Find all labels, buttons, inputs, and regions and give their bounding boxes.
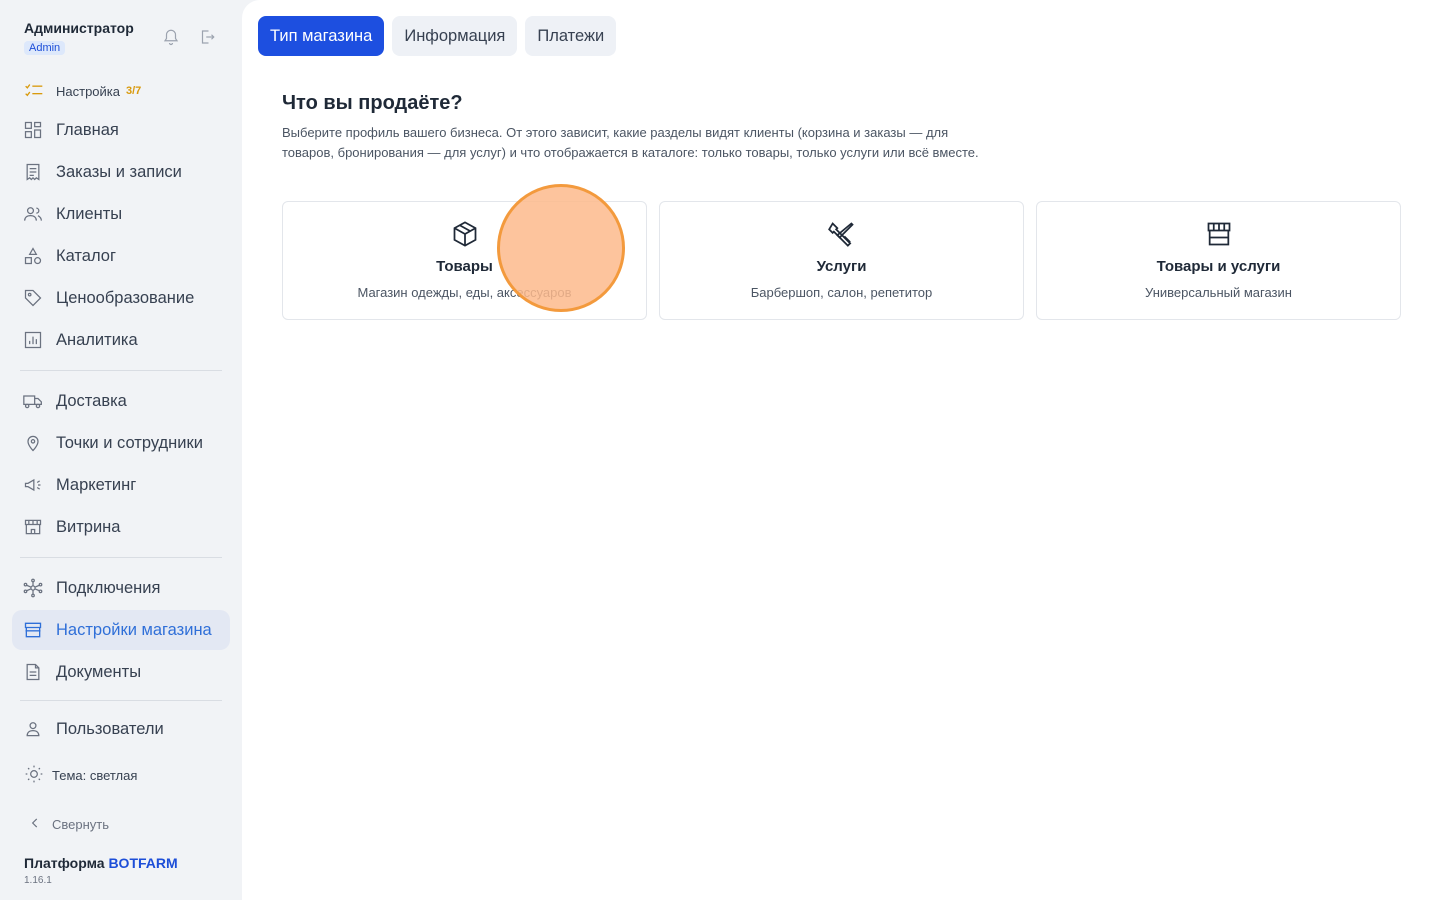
- platform-prefix: Платформа: [24, 855, 105, 871]
- nav-item-integrations[interactable]: Подключения: [12, 568, 230, 608]
- nav-label: Витрина: [56, 517, 121, 536]
- shapes-icon: [22, 245, 44, 267]
- nav-label: Главная: [56, 120, 119, 139]
- tag-icon: [22, 287, 44, 309]
- document-icon: [22, 661, 44, 683]
- storefront-icon: [22, 516, 44, 538]
- grid-icon: [22, 119, 44, 141]
- page-title: Что вы продаёте?: [282, 92, 463, 114]
- sun-icon: [24, 764, 52, 787]
- store-icon: [22, 619, 44, 641]
- sidebar: Администратор Admin Настройка 3/7 Главна…: [0, 0, 242, 900]
- megaphone-icon: [22, 474, 44, 496]
- nav-item-store-settings[interactable]: Настройки магазина: [12, 610, 230, 650]
- platform-version: 1.16.1: [24, 875, 52, 886]
- nav-item-documents[interactable]: Документы: [12, 652, 230, 692]
- bell-icon[interactable]: [162, 28, 180, 51]
- nav-item-orders[interactable]: Заказы и записи: [12, 152, 230, 192]
- nav-item-locations[interactable]: Точки и сотрудники: [12, 423, 230, 463]
- nav-label: Аналитика: [56, 330, 138, 349]
- nav-label: Каталог: [56, 246, 116, 265]
- nav-label: Точки и сотрудники: [56, 433, 203, 452]
- option-card-services[interactable]: Услуги Барбершоп, салон, репетитор: [659, 201, 1024, 320]
- nav-label: Клиенты: [56, 204, 123, 223]
- nav-item-analytics[interactable]: Аналитика: [12, 320, 230, 360]
- nav-item-home[interactable]: Главная: [12, 110, 230, 150]
- nav-label: Доставка: [56, 391, 127, 410]
- network-icon: [22, 577, 44, 599]
- nav-item-clients[interactable]: Клиенты: [12, 194, 230, 234]
- cursor-highlight: [497, 184, 625, 312]
- nav-item-marketing[interactable]: Маркетинг: [12, 465, 230, 505]
- card-subtitle: Универсальный магазин: [1145, 285, 1292, 300]
- nav-label: Подключения: [56, 578, 161, 597]
- logout-icon[interactable]: [198, 28, 216, 51]
- option-card-goods-and-services[interactable]: Товары и услуги Универсальный магазин: [1036, 201, 1401, 320]
- storefront-icon: [1205, 220, 1233, 248]
- theme-toggle[interactable]: Тема: светлая: [24, 764, 137, 787]
- tab-information[interactable]: Информация: [392, 16, 518, 56]
- nav-item-delivery[interactable]: Доставка: [12, 381, 230, 421]
- nav-label: Маркетинг: [56, 475, 137, 494]
- role-badge: Admin: [24, 41, 66, 55]
- nav-label: Настройки магазина: [56, 620, 212, 639]
- business-type-options: Товары Магазин одежды, еды, аксессуаров …: [282, 201, 1401, 320]
- card-title: Товары: [436, 258, 493, 275]
- nav-label: Документы: [56, 662, 142, 681]
- card-title: Услуги: [816, 258, 867, 275]
- setup-count: 3/7: [126, 85, 142, 97]
- truck-icon: [22, 390, 44, 412]
- checklist-icon: [24, 82, 44, 100]
- box-icon: [451, 220, 479, 248]
- tools-icon: [827, 220, 856, 248]
- divider: [20, 557, 222, 558]
- divider: [20, 370, 222, 371]
- platform-name: Платформа BOTFARM: [24, 855, 178, 871]
- platform-brand: BOTFARM: [108, 855, 178, 871]
- collapse-button[interactable]: Свернуть: [28, 816, 109, 833]
- nav-item-storefront[interactable]: Витрина: [12, 507, 230, 547]
- profile: Администратор Admin: [24, 20, 134, 56]
- user-icon: [22, 718, 44, 740]
- users-icon: [22, 203, 44, 225]
- chevron-left-icon: [28, 816, 52, 833]
- nav-label: Заказы и записи: [56, 162, 182, 181]
- nav-item-users[interactable]: Пользователи: [12, 709, 230, 749]
- page-description: Выберите профиль вашего бизнеса. От этог…: [282, 125, 979, 160]
- profile-name: Администратор: [24, 20, 134, 36]
- setup-progress[interactable]: Настройка 3/7: [24, 82, 141, 100]
- card-subtitle: Барбершоп, салон, репетитор: [750, 285, 933, 300]
- nav-item-catalog[interactable]: Каталог: [12, 236, 230, 276]
- tab-payments[interactable]: Платежи: [525, 16, 617, 56]
- main-panel: Тип магазина Информация Платежи Что вы п…: [242, 0, 1440, 900]
- tab-bar: Тип магазина Информация Платежи: [258, 16, 617, 56]
- nav-label: Пользователи: [56, 719, 164, 738]
- chart-icon: [22, 329, 44, 351]
- theme-label: Тема: светлая: [52, 768, 138, 783]
- tab-store-type[interactable]: Тип магазина: [258, 16, 385, 56]
- map-pin-icon: [22, 432, 44, 454]
- nav-label: Ценообразование: [56, 288, 195, 307]
- setup-label: Настройка: [56, 83, 120, 99]
- receipt-icon: [22, 161, 44, 183]
- card-title: Товары и услуги: [1156, 258, 1281, 275]
- divider: [20, 700, 222, 701]
- nav-item-pricing[interactable]: Ценообразование: [12, 278, 230, 318]
- collapse-label: Свернуть: [52, 817, 110, 832]
